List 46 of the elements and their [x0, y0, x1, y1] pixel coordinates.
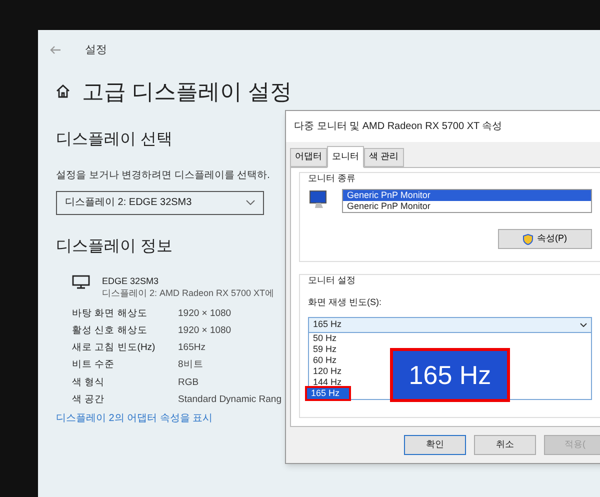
info-value: 1920 × 1080 — [178, 324, 232, 338]
display-dropdown[interactable]: 디스플레이 2: EDGE 32SM3 — [56, 190, 264, 214]
chevron-icon — [246, 200, 255, 205]
info-label: 비트 수준 — [72, 358, 115, 372]
page-heading: 고급 디스플레이 설정 — [82, 78, 292, 106]
chevron-icon — [580, 323, 587, 327]
dialog-tab[interactable]: 모니터 — [327, 146, 364, 168]
dialog-tab[interactable]: 어댑터 — [290, 148, 327, 166]
info-label: 색 공간 — [72, 392, 105, 407]
magnified-text: 165 Hz — [408, 358, 492, 392]
group-legend: 모니터 설정 — [308, 274, 592, 288]
dialog-button[interactable]: 확인 — [404, 435, 466, 455]
monitor-list-item[interactable]: Generic PnP Monitor — [343, 201, 591, 212]
info-label: 색 형식 — [72, 376, 105, 390]
monitor-list-item[interactable]: Generic PnP Monitor — [343, 190, 591, 201]
window-title: 설정 — [85, 43, 107, 58]
info-value: 8비트 — [178, 358, 204, 372]
info-label: 새로 고침 빈도(Hz) — [72, 341, 156, 355]
dropdown-option[interactable]: 144 Hz — [309, 377, 351, 388]
dropdown-option[interactable]: 59 Hz — [309, 344, 351, 355]
home-icon[interactable] — [56, 84, 70, 98]
dropdown-option[interactable]: 60 Hz — [309, 355, 351, 366]
info-value: 165Hz — [178, 341, 206, 355]
dropdown-option[interactable]: 165 Hz — [307, 388, 349, 399]
info-value: Standard Dynamic Rang — [178, 392, 282, 407]
monitor-name: EDGE 32SM3 — [102, 274, 159, 286]
shield-icon — [523, 234, 533, 244]
info-label: 바탕 화면 해상도 — [72, 306, 148, 320]
prompt-text: 설정을 보거나 변경하려면 디스플레이를 선택하. — [56, 168, 270, 182]
monitor-description: 디스플레이 2: AMD Radeon RX 5700 XT에 — [102, 286, 274, 298]
dialog-tab[interactable]: 색 관리 — [364, 148, 404, 166]
monitor-icon — [72, 274, 90, 288]
section-heading: 디스플레이 정보 — [56, 236, 172, 256]
field-label: 화면 재생 빈도(S): — [308, 296, 382, 309]
group-legend: 모니터 종류 — [308, 172, 592, 185]
dialog-title: 다중 모니터 및 AMD Radeon RX 5700 XT 속성 — [286, 111, 600, 142]
adapter-properties-link[interactable]: 디스플레이 2의 어댑터 속성을 표시 — [56, 411, 213, 426]
dropdown-option[interactable]: 120 Hz — [309, 366, 351, 377]
dialog-button[interactable]: 취소 — [474, 435, 536, 455]
refresh-rate-dropdown[interactable]: 165 Hz — [308, 317, 592, 333]
info-label: 활성 신호 해상도 — [72, 324, 148, 338]
dropdown-option[interactable]: 50 Hz — [309, 333, 351, 344]
info-value: RGB — [178, 376, 199, 390]
section-heading: 디스플레이 선택 — [56, 130, 172, 150]
properties-button[interactable]: 속성(P) — [498, 229, 592, 249]
info-value: 1920 × 1080 — [178, 306, 232, 320]
